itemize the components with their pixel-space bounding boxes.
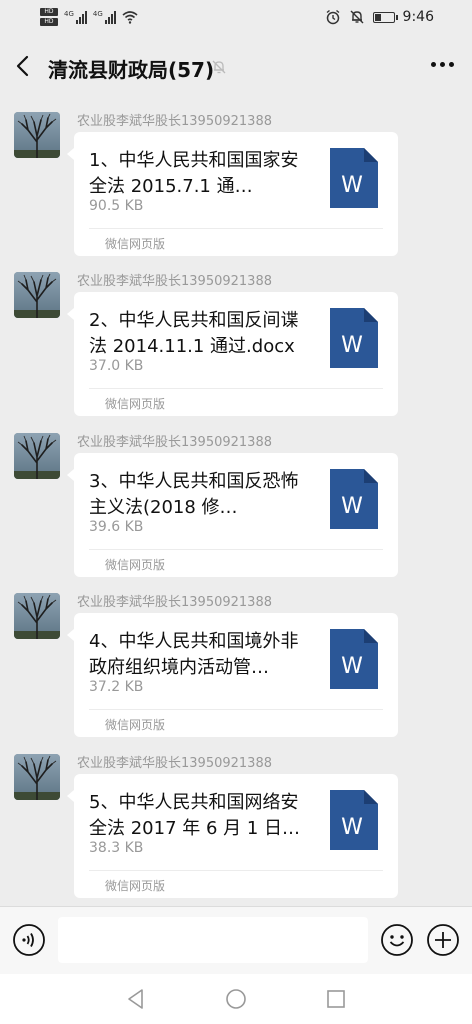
bell-off-icon <box>350 10 364 24</box>
hd-badge: HD <box>40 18 58 26</box>
message-item: 农业股李斌华股长13950921388 1、中华人民共和国国家安全法 2015.… <box>0 102 472 256</box>
message-item: 农业股李斌华股长13950921388 3、中华人民共和国反恐怖主义法(2018… <box>0 423 472 577</box>
network-label: 4G <box>92 10 103 18</box>
chat-header: 清流县财政局(57) <box>0 36 472 96</box>
status-time: 9:46 <box>402 9 434 25</box>
square-recent-icon[interactable] <box>324 987 348 1011</box>
word-doc-icon: W <box>330 629 378 689</box>
file-name: 1、中华人民共和国国家安全法 2015.7.1 通… <box>89 150 299 197</box>
battery-level <box>374 13 382 21</box>
file-source: 微信网页版 <box>105 718 166 732</box>
word-doc-icon: W <box>330 790 378 850</box>
status-right: 9:46 <box>325 9 434 25</box>
card-divider <box>89 549 383 550</box>
system-nav-bar <box>0 974 472 1024</box>
word-icon-label: W <box>341 333 363 358</box>
word-icon-label: W <box>341 494 363 519</box>
avatar[interactable] <box>14 433 60 479</box>
word-icon-label: W <box>341 654 363 679</box>
plus-circle-icon[interactable] <box>426 923 460 957</box>
avatar[interactable] <box>14 112 60 158</box>
message-item: 农业股李斌华股长13950921388 5、中华人民共和国网络安全法 2017 … <box>0 744 472 898</box>
status-bar: HD HD 4G 4G 9:46 <box>0 0 472 36</box>
file-name: 4、中华人民共和国境外非政府组织境内活动管… <box>89 631 299 678</box>
emoji-icon[interactable] <box>380 923 414 957</box>
file-size: 37.0 KB <box>89 358 144 374</box>
message-item: 农业股李斌华股长13950921388 2、中华人民共和国反间谍法 2014.1… <box>0 262 472 416</box>
file-card[interactable]: 1、中华人民共和国国家安全法 2015.7.1 通… 90.5 KB W 微信网… <box>67 132 398 256</box>
file-source: 微信网页版 <box>105 558 166 572</box>
file-size: 38.3 KB <box>89 840 144 856</box>
word-doc-icon: W <box>330 148 378 208</box>
message-item: 农业股李斌华股长13950921388 4、中华人民共和国境外非政府组织境内活动… <box>0 583 472 737</box>
file-size: 37.2 KB <box>89 679 144 695</box>
avatar[interactable] <box>14 754 60 800</box>
sender-name: 农业股李斌华股长13950921388 <box>77 114 272 129</box>
circle-home-icon[interactable] <box>224 987 248 1011</box>
sender-name: 农业股李斌华股长13950921388 <box>77 756 272 771</box>
file-card[interactable]: 3、中华人民共和国反恐怖主义法(2018 修… 39.6 KB W 微信网页版 <box>67 453 398 577</box>
alarm-icon <box>326 9 339 25</box>
word-icon-label: W <box>341 173 363 198</box>
input-bar <box>0 906 472 975</box>
file-card[interactable]: 5、中华人民共和国网络安全法 2017 年 6 月 1 日… 38.3 KB W… <box>67 774 398 898</box>
word-doc-icon: W <box>330 469 378 529</box>
word-icon-label: W <box>341 815 363 840</box>
file-card[interactable]: 2、中华人民共和国反间谍法 2014.11.1 通过.docx 37.0 KB … <box>67 292 398 416</box>
signal-icon: 4G <box>93 10 116 24</box>
triangle-back-icon[interactable] <box>124 987 148 1011</box>
signal-icon: 4G <box>64 10 87 24</box>
status-left: HD HD 4G 4G <box>40 8 138 26</box>
card-divider <box>89 709 383 710</box>
avatar[interactable] <box>14 272 60 318</box>
network-label: 4G <box>64 10 74 18</box>
sender-name: 农业股李斌华股长13950921388 <box>77 274 272 289</box>
file-source: 微信网页版 <box>105 397 166 411</box>
battery-icon <box>372 11 398 23</box>
card-divider <box>89 228 383 229</box>
hd-badge: HD <box>40 8 58 16</box>
card-divider <box>89 870 383 871</box>
file-card[interactable]: 4、中华人民共和国境外非政府组织境内活动管… 37.2 KB W 微信网页版 <box>67 613 398 737</box>
chat-title: 清流县财政局(57) <box>48 58 215 82</box>
bell-off-icon <box>212 60 226 74</box>
file-size: 39.6 KB <box>89 519 144 535</box>
message-input[interactable] <box>58 917 368 963</box>
file-name: 2、中华人民共和国反间谍法 2014.11.1 通过.docx <box>89 310 299 357</box>
sender-name: 农业股李斌华股长13950921388 <box>77 435 272 450</box>
hd-badges: HD HD <box>40 8 58 26</box>
file-size: 90.5 KB <box>89 198 144 214</box>
file-source: 微信网页版 <box>105 237 166 251</box>
sender-name: 农业股李斌华股长13950921388 <box>77 595 272 610</box>
word-doc-icon: W <box>330 308 378 368</box>
chevron-left-icon[interactable] <box>12 54 36 78</box>
more-dots-icon[interactable] <box>431 62 454 67</box>
card-divider <box>89 388 383 389</box>
avatar[interactable] <box>14 593 60 639</box>
file-name: 5、中华人民共和国网络安全法 2017 年 6 月 1 日… <box>89 792 301 839</box>
file-name: 3、中华人民共和国反恐怖主义法(2018 修… <box>89 471 299 518</box>
file-source: 微信网页版 <box>105 879 166 893</box>
voice-input-icon[interactable] <box>12 923 46 957</box>
wifi-icon <box>122 11 138 24</box>
